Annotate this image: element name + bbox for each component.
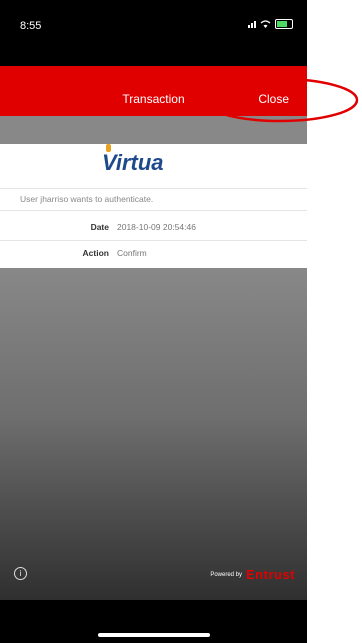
home-indicator[interactable] xyxy=(98,633,210,637)
virtua-logo: Virtua xyxy=(102,144,164,176)
divider xyxy=(0,240,307,241)
auth-message: User jharriso wants to authenticate. xyxy=(20,194,154,204)
date-row: Date 2018-10-09 20:54:46 xyxy=(0,222,307,236)
highlight-ellipse xyxy=(201,77,359,123)
signal-icon xyxy=(248,20,256,28)
date-value: 2018-10-09 20:54:46 xyxy=(117,222,196,232)
status-icons xyxy=(248,19,293,29)
info-icon[interactable]: i xyxy=(14,567,27,580)
logo-text: Virtua xyxy=(102,144,164,175)
date-label: Date xyxy=(90,222,109,232)
wifi-icon xyxy=(260,20,271,28)
divider xyxy=(0,188,307,189)
transaction-card: Virtua User jharriso wants to authentica… xyxy=(0,144,307,268)
action-value: Confirm xyxy=(117,248,147,258)
status-bar: 8:55 xyxy=(0,0,307,66)
battery-icon xyxy=(275,19,293,29)
powered-by-text: Powered by xyxy=(210,571,242,578)
action-label: Action xyxy=(82,248,109,258)
entrust-logo: Entrust xyxy=(246,567,295,582)
action-row: Action Confirm xyxy=(0,248,307,262)
divider xyxy=(0,210,307,211)
status-time: 8:55 xyxy=(20,20,42,32)
content-area xyxy=(0,268,307,600)
powered-by-footer: Powered by Entrust xyxy=(210,567,295,582)
